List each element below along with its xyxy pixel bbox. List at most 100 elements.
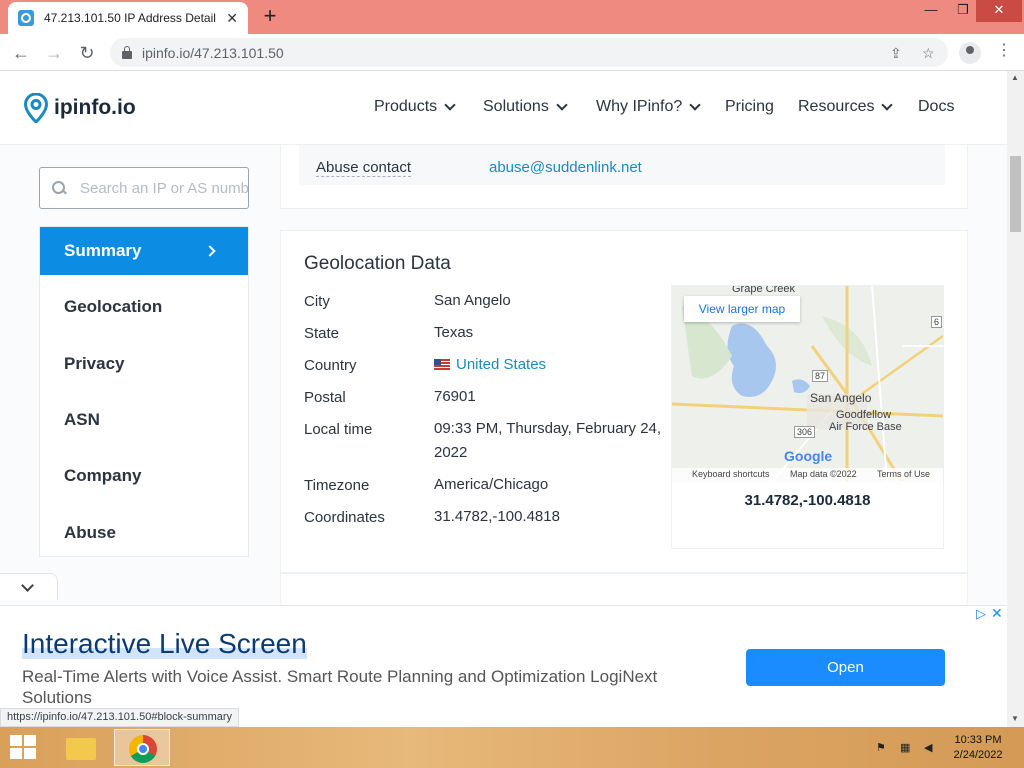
- postal-value: 76901: [434, 388, 476, 405]
- chevron-down-icon: [444, 99, 456, 111]
- state-label: State: [304, 325, 340, 342]
- new-tab-button[interactable]: +: [258, 4, 282, 28]
- nav-why-ipinfo[interactable]: Why IPinfo?: [596, 98, 701, 116]
- ipinfo-logo[interactable]: ipinfo.io: [24, 93, 136, 123]
- search-icon: [52, 181, 66, 195]
- nav-products[interactable]: Products: [374, 98, 456, 116]
- map-container: Grape Creek View larger map 87 6 San Ang…: [671, 285, 944, 549]
- sidebar-item-asn[interactable]: ASN: [40, 396, 248, 444]
- bookmark-star-icon[interactable]: ☆: [922, 45, 935, 62]
- ad-headline[interactable]: Interactive Live Screen: [22, 628, 307, 660]
- google-logo: Google: [784, 448, 833, 464]
- map-label-hwy6: 6: [931, 316, 943, 328]
- window-close-button[interactable]: ✕: [976, 0, 1022, 22]
- sidebar-item-label: Company: [64, 466, 142, 485]
- sidebar-item-geolocation[interactable]: Geolocation: [40, 283, 248, 331]
- nav-why-ipinfo-label: Why IPinfo?: [596, 98, 683, 115]
- terms-of-use-link[interactable]: Terms of Use: [877, 469, 930, 479]
- windows-start-icon[interactable]: [10, 735, 38, 761]
- map-data-text: Map data ©2022: [790, 469, 857, 479]
- site-header: ipinfo.io Products Solutions Why IPinfo?…: [0, 71, 1007, 145]
- reload-icon[interactable]: ↻: [76, 42, 98, 64]
- browser-tab[interactable]: 47.213.101.50 IP Address Details ✕: [8, 2, 248, 34]
- state-value: Texas: [434, 324, 474, 341]
- vertical-scrollbar[interactable]: ▲ ▼: [1007, 71, 1024, 727]
- minimize-button[interactable]: —: [914, 0, 948, 22]
- next-section-card: [280, 573, 968, 605]
- browser-titlebar: 47.213.101.50 IP Address Details ✕ + — ❐…: [0, 0, 1024, 34]
- keyboard-shortcuts-link[interactable]: Keyboard shortcuts: [692, 469, 770, 479]
- ad-collapse-chevron-icon[interactable]: [0, 573, 58, 600]
- local-time-label: Local time: [304, 421, 373, 438]
- nav-pricing-label: Pricing: [725, 98, 774, 115]
- scrollbar-thumb[interactable]: [1010, 156, 1021, 232]
- status-bar-url: https://ipinfo.io/47.213.101.50#block-su…: [0, 708, 240, 727]
- country-value: United States: [456, 356, 547, 373]
- sidebar-item-label: Summary: [64, 241, 142, 260]
- share-icon[interactable]: ⇪: [890, 45, 902, 62]
- view-larger-map-button[interactable]: View larger map: [684, 296, 800, 322]
- search-field[interactable]: [39, 167, 249, 209]
- us-flag-icon: [434, 359, 450, 370]
- lock-icon: [122, 45, 132, 59]
- map-label-hwy306: 306: [794, 426, 816, 438]
- map-label-hwy87: 87: [812, 370, 829, 382]
- ad-choices-icon[interactable]: ▷: [976, 606, 986, 622]
- chevron-down-icon: [689, 99, 701, 111]
- google-map[interactable]: Grape Creek View larger map 87 6 San Ang…: [672, 286, 943, 482]
- map-label-san-angelo: San Angelo: [810, 391, 872, 405]
- clock-time: 10:33 PM: [954, 734, 1002, 746]
- scroll-up-icon[interactable]: ▲: [1011, 73, 1019, 82]
- map-footer: Keyboard shortcuts Map data ©2022 Terms …: [672, 468, 943, 482]
- coordinates-label: Coordinates: [304, 509, 385, 526]
- nav-products-label: Products: [374, 98, 438, 115]
- sidebar-item-company[interactable]: Company: [40, 452, 248, 500]
- nav-pricing[interactable]: Pricing: [725, 98, 774, 116]
- ipinfo-favicon-icon: [18, 10, 34, 26]
- sidebar-item-label: Privacy: [64, 354, 125, 373]
- action-center-flag-icon[interactable]: ⚑: [876, 741, 890, 754]
- map-coordinates: 31.4782,-100.4818: [744, 492, 871, 509]
- abuse-contact-email-link[interactable]: abuse@suddenlink.net: [489, 159, 642, 176]
- local-time-value: 09:33 PM, Thursday, February 24, 2022: [434, 420, 662, 461]
- abuse-contact-label: Abuse contact: [316, 159, 412, 177]
- page-viewport: ipinfo.io Products Solutions Why IPinfo?…: [0, 71, 1007, 605]
- map-label-afb: Air Force Base: [829, 421, 902, 433]
- forward-arrow-icon[interactable]: →: [43, 42, 65, 64]
- nav-resources[interactable]: Resources: [798, 98, 894, 116]
- nav-solutions-label: Solutions: [483, 98, 549, 115]
- address-bar[interactable]: ipinfo.io/47.213.101.50 ⇪ ☆: [110, 38, 948, 67]
- browser-menu-icon[interactable]: ⋮: [996, 40, 1012, 60]
- timezone-value: America/Chicago: [434, 476, 549, 493]
- maximize-button[interactable]: ❐: [946, 0, 980, 22]
- taskbar-chrome[interactable]: [114, 729, 170, 766]
- sidebar-item-abuse[interactable]: Abuse: [40, 509, 248, 557]
- ad-body: Real-Time Alerts with Voice Assist. Smar…: [22, 667, 658, 707]
- chevron-right-icon: [204, 245, 216, 257]
- nav-docs[interactable]: Docs: [918, 98, 954, 116]
- ad-close-icon[interactable]: ✕: [991, 605, 1003, 622]
- volume-muted-icon[interactable]: ◀: [924, 741, 938, 754]
- city-label: City: [304, 293, 330, 310]
- system-clock[interactable]: 10:33 PM 2/24/2022: [946, 733, 1010, 763]
- map-label-grape-creek: Grape Creek: [732, 286, 795, 295]
- sidebar-item-privacy[interactable]: Privacy: [40, 340, 248, 388]
- network-icon[interactable]: ▦: [900, 741, 914, 754]
- sidebar-item-summary[interactable]: Summary: [40, 227, 248, 275]
- nav-docs-label: Docs: [918, 98, 955, 115]
- ad-open-button[interactable]: Open: [746, 649, 945, 686]
- profile-avatar-icon[interactable]: [959, 42, 981, 64]
- geolocation-card: Geolocation Data City San Angelo State T…: [280, 230, 968, 573]
- back-arrow-icon[interactable]: ←: [10, 42, 32, 64]
- scroll-down-icon[interactable]: ▼: [1011, 714, 1019, 723]
- abuse-contact-row: Abuse contact abuse@suddenlink.net: [299, 145, 945, 185]
- tab-close-icon[interactable]: ✕: [226, 10, 238, 27]
- nav-solutions[interactable]: Solutions: [483, 98, 568, 116]
- browser-toolbar: ← → ↻ ipinfo.io/47.213.101.50 ⇪ ☆: [0, 34, 1024, 71]
- country-link[interactable]: United States: [434, 353, 546, 377]
- abuse-card: Abuse contact abuse@suddenlink.net: [280, 145, 968, 209]
- taskbar-file-explorer[interactable]: [52, 729, 108, 766]
- windows-taskbar: ⚑ ▦ ◀ 10:33 PM 2/24/2022: [0, 727, 1024, 768]
- location-pin-icon: [24, 93, 48, 123]
- search-input[interactable]: [80, 179, 248, 197]
